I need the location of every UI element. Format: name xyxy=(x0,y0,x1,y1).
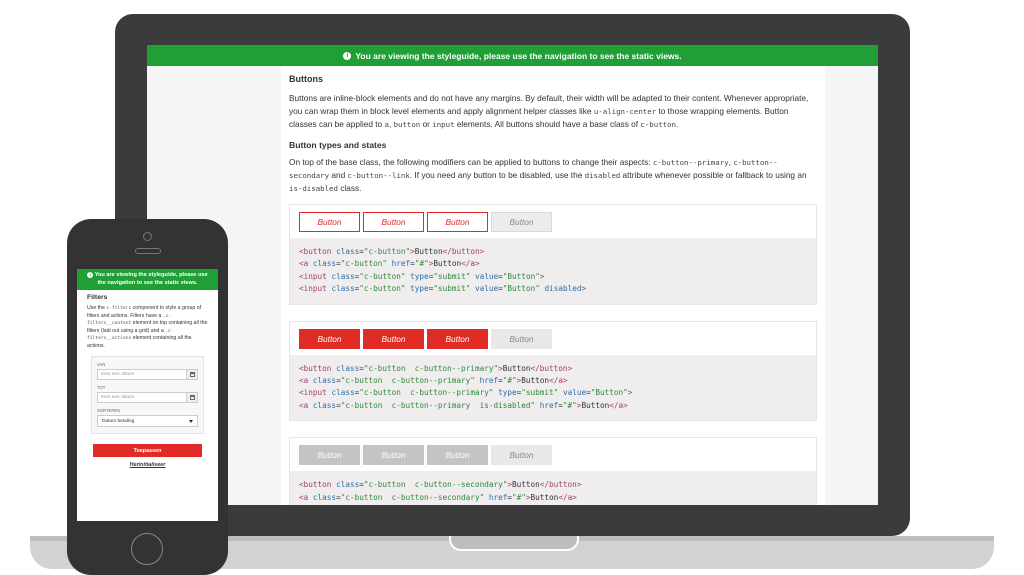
primary-buttons-demo: Button Button Button Button <button clas… xyxy=(289,320,817,422)
secondary-link-button[interactable]: Button xyxy=(363,445,424,466)
section-title: Buttons xyxy=(289,74,323,84)
primary-button[interactable]: Button xyxy=(299,328,360,349)
button-types-paragraph: On top of the base class, the following … xyxy=(289,156,817,195)
mobile-content: Filters Use the c-filters component to s… xyxy=(77,290,218,521)
secondary-input-button[interactable]: Button xyxy=(427,445,488,466)
buttons-intro-paragraph: Buttons are inline-block elements and do… xyxy=(289,92,817,131)
button-preview-row: Button Button Button Button xyxy=(290,322,816,355)
intro-code: u-align-center xyxy=(593,107,657,116)
phone-frame: i You are viewing the styleguide, please… xyxy=(67,219,228,575)
info-icon: i xyxy=(343,51,352,60)
device-mockup-stage: i You are viewing the styleguide, please… xyxy=(0,0,1024,575)
intro-code: c-button xyxy=(640,120,676,129)
states-text: On top of the base class, the following … xyxy=(289,157,653,167)
states-code: disabled xyxy=(584,171,621,180)
intro-code: input xyxy=(432,120,455,129)
states-code: is-disabled xyxy=(289,184,338,193)
primary-disabled-button: Button xyxy=(491,328,552,349)
states-text: and xyxy=(329,170,348,180)
calendar-icon[interactable] xyxy=(186,393,197,402)
phone-home-button xyxy=(131,533,163,565)
calendar-icon[interactable] xyxy=(186,370,197,379)
states-text: attribute whenever possible or fallback … xyxy=(620,170,807,180)
laptop-notch xyxy=(449,536,579,551)
sort-select[interactable]: Datum betaling xyxy=(97,415,198,427)
default-link-button[interactable]: Button xyxy=(363,212,424,232)
primary-link-button[interactable]: Button xyxy=(363,328,424,349)
apply-button[interactable]: Toepassen xyxy=(93,444,202,457)
filters-code: c-filters xyxy=(106,306,132,311)
primary-buttons-code: <button class="c-button c-button--primar… xyxy=(290,354,816,421)
mobile-notice-bar: i You are viewing the styleguide, please… xyxy=(77,269,218,290)
intro-code: button xyxy=(393,120,421,129)
chevron-down-icon xyxy=(189,419,193,423)
from-label: VAN xyxy=(97,362,106,367)
laptop-screen: i You are viewing the styleguide, please… xyxy=(147,45,878,505)
button-preview-row: Button Button Button Button xyxy=(290,438,816,471)
secondary-buttons-demo: Button Button Button Button <button clas… xyxy=(289,437,817,505)
from-date-placeholder: Kies een datum xyxy=(101,372,135,377)
button-preview-row: Button Button Button Button xyxy=(290,205,816,238)
sort-select-value: Datum betaling xyxy=(102,418,135,424)
reset-link[interactable]: Herinitialiseer xyxy=(87,462,208,468)
mobile-notice-text: You are viewing the styleguide, please u… xyxy=(94,272,208,286)
default-button[interactable]: Button xyxy=(299,212,360,232)
subsection-title: Button types and states xyxy=(289,140,387,150)
states-text: . If you need any button to be disabled,… xyxy=(409,170,585,180)
default-buttons-code: <button class="c-button">Button</button>… xyxy=(290,238,816,304)
filters-paragraph: Use the c-filters component to style a g… xyxy=(87,305,208,350)
primary-input-button[interactable]: Button xyxy=(427,328,488,349)
secondary-button[interactable]: Button xyxy=(299,445,360,466)
to-date-field[interactable]: Kies een datum xyxy=(97,392,198,403)
intro-text: or xyxy=(420,119,433,129)
filters-panel: VAN Kies een datum TOT Kies een datum SO… xyxy=(91,356,204,434)
secondary-buttons-code: <button class="c-button c-button--second… xyxy=(290,471,816,505)
to-label: TOT xyxy=(97,385,106,390)
sort-label: SORTEREN xyxy=(97,408,121,413)
default-buttons-demo: Button Button Button Button <button clas… xyxy=(289,204,817,305)
phone-screen: i You are viewing the styleguide, please… xyxy=(77,269,218,521)
states-text: class. xyxy=(337,183,362,193)
filters-text: Use the xyxy=(87,305,107,311)
from-date-field[interactable]: Kies een datum xyxy=(97,369,198,380)
intro-text: . xyxy=(676,119,679,129)
default-input-button[interactable]: Button xyxy=(427,212,488,232)
phone-speaker xyxy=(135,248,161,254)
filters-title: Filters xyxy=(87,294,108,301)
phone-camera xyxy=(143,232,152,241)
notice-text: You are viewing the styleguide, please u… xyxy=(355,50,682,61)
intro-text: elements. All buttons should have a base… xyxy=(454,119,641,129)
styleguide-content: Buttons Buttons are inline-block element… xyxy=(281,66,825,505)
default-disabled-button: Button xyxy=(491,212,552,232)
secondary-disabled-button: Button xyxy=(491,445,552,466)
states-code: c-button--primary xyxy=(652,158,729,167)
styleguide-notice-bar: i You are viewing the styleguide, please… xyxy=(147,45,878,66)
to-date-placeholder: Kies een datum xyxy=(101,395,135,400)
states-code: c-button--link xyxy=(347,171,410,180)
info-icon: i xyxy=(87,272,94,278)
